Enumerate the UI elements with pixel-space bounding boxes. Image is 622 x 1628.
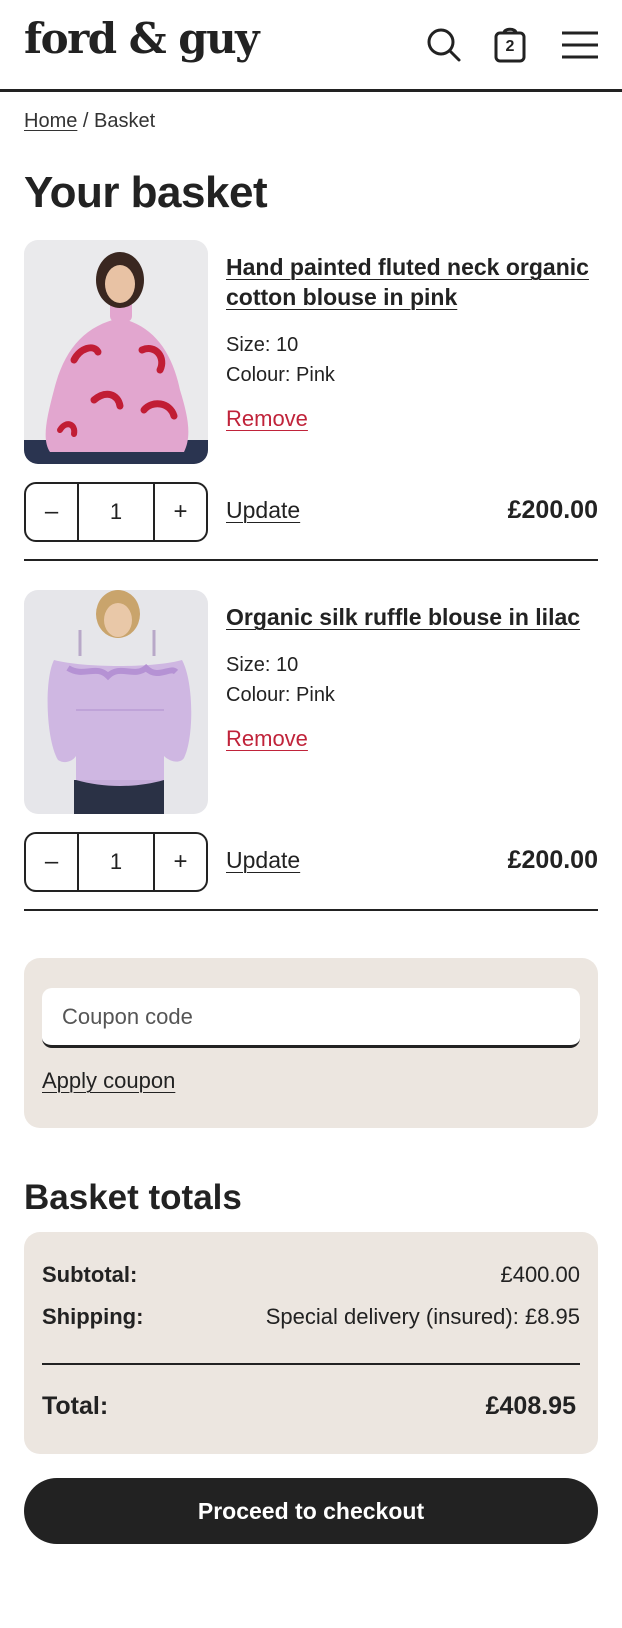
breadcrumb-home-link[interactable]: Home — [24, 110, 77, 132]
search-icon[interactable] — [424, 24, 464, 64]
remove-item-link[interactable]: Remove — [226, 726, 308, 752]
shipping-label: Shipping: — [42, 1304, 144, 1329]
total-label: Total: — [42, 1392, 109, 1420]
product-size: Size: 10 — [226, 334, 299, 356]
product-name-link[interactable]: Organic silk ruffle blouse in lilac — [226, 602, 598, 632]
apply-coupon-button[interactable]: Apply coupon — [42, 1068, 175, 1094]
subtotal-value: £400.00 — [500, 1262, 580, 1287]
quantity-decrease-button[interactable]: – — [26, 484, 77, 540]
product-size: Size: 10 — [226, 654, 299, 676]
quantity-increase-button[interactable]: + — [155, 834, 206, 890]
item-price: £200.00 — [507, 846, 598, 874]
product-colour: Colour: Pink — [226, 364, 335, 386]
product-name-link[interactable]: Hand painted fluted neck organic cotton … — [226, 252, 598, 312]
item-divider — [24, 909, 598, 911]
product-colour: Colour: Pink — [226, 684, 335, 706]
quantity-decrease-button[interactable]: – — [26, 834, 77, 890]
subtotal-label: Subtotal: — [42, 1262, 138, 1287]
basket-item: Hand painted fluted neck organic cotton … — [24, 240, 598, 561]
coupon-code-input[interactable] — [42, 988, 580, 1048]
coupon-panel: Apply coupon — [24, 958, 598, 1128]
breadcrumb-separator: / — [77, 110, 95, 132]
basket-totals-title: Basket totals — [24, 1178, 242, 1217]
breadcrumb: Home / Basket — [24, 110, 155, 133]
site-logo[interactable]: ford & guy — [24, 14, 260, 63]
total-value: £408.95 — [485, 1392, 576, 1420]
site-header: ford & guy 2 — [0, 0, 622, 92]
breadcrumb-current: Basket — [94, 110, 156, 132]
totals-divider — [42, 1363, 580, 1365]
quantity-increase-button[interactable]: + — [155, 484, 206, 540]
remove-item-link[interactable]: Remove — [226, 406, 308, 432]
page-title: Your basket — [24, 168, 268, 217]
quantity-stepper: – 1 + — [24, 832, 208, 892]
cart-count-badge: 2 — [505, 38, 515, 55]
quantity-stepper: – 1 + — [24, 482, 208, 542]
shipping-value: Special delivery (insured): £8.95 — [265, 1304, 580, 1329]
proceed-to-checkout-button[interactable]: Proceed to checkout — [24, 1478, 598, 1544]
item-price: £200.00 — [507, 496, 598, 524]
product-image[interactable] — [24, 240, 208, 464]
bag-icon[interactable]: 2 — [490, 24, 530, 64]
basket-item: Organic silk ruffle blouse in lilac Size… — [24, 590, 598, 911]
quantity-input[interactable]: 1 — [77, 484, 155, 540]
product-image[interactable] — [24, 590, 208, 814]
basket-totals-panel: Subtotal: £400.00 Shipping: Special deli… — [24, 1232, 598, 1454]
update-quantity-link[interactable]: Update — [226, 847, 300, 874]
quantity-input[interactable]: 1 — [77, 834, 155, 890]
item-divider — [24, 559, 598, 561]
update-quantity-link[interactable]: Update — [226, 497, 300, 524]
menu-icon[interactable] — [560, 24, 600, 64]
